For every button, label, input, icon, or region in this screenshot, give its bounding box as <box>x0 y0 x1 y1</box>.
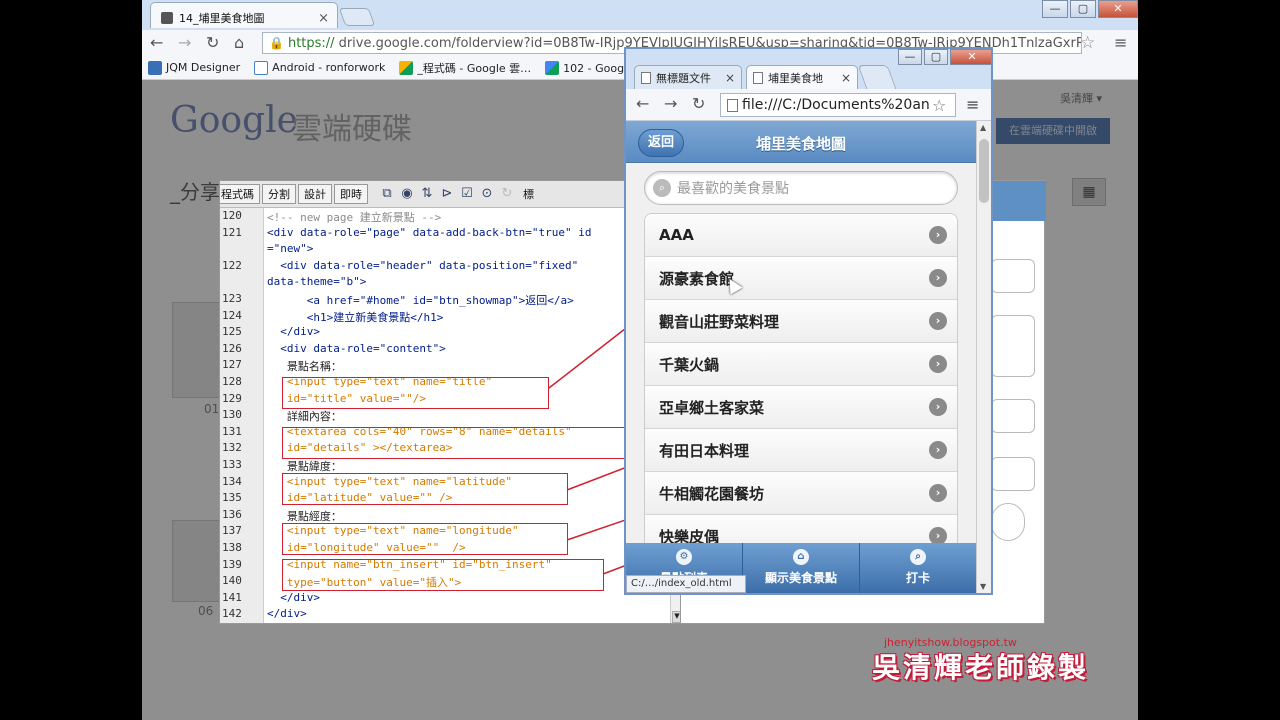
jqm-page: 埔里美食地圖 返回 ⌕ 最喜歡的美食景點 AAA › 源豪素食館 › 觀音山莊野菜料理 ›… <box>626 121 991 593</box>
forward-arrow-icon[interactable]: → <box>664 94 677 113</box>
minimize-button[interactable]: — <box>898 49 922 65</box>
search-input[interactable]: ⌕ 最喜歡的美食景點 <box>644 171 958 205</box>
document-icon <box>641 71 651 84</box>
preview-url: file:///C:/Documents%20an <box>742 97 930 113</box>
back-button[interactable]: 返回 <box>638 129 684 157</box>
preview-address-bar[interactable]: file:///C:/Documents%20an <box>720 93 956 117</box>
chevron-right-icon: › <box>929 355 947 373</box>
preview-tab-active[interactable]: 埔里美食地 × <box>746 65 858 89</box>
restaurant-list: AAA › 源豪素食館 › 觀音山莊野菜料理 › 千葉火鍋 › 亞卓鄉土客家菜 › 有田日本料理 › 牛… <box>644 213 958 559</box>
list-item-label: 千葉火鍋 <box>659 355 720 374</box>
preview-new-tab-button[interactable] <box>857 65 897 89</box>
chrome-menu-icon[interactable]: ≡ <box>966 95 979 114</box>
list-item[interactable]: 觀音山莊野菜料理 › <box>645 300 957 343</box>
chevron-right-icon: › <box>929 484 947 502</box>
maximize-button[interactable]: ▢ <box>924 49 948 65</box>
list-item-label: 亞卓鄉土客家菜 <box>659 398 765 417</box>
gear-icon: ⚙ <box>676 549 692 565</box>
search-icon: ⌕ <box>653 179 671 197</box>
tab-label: 無標題文件 <box>656 71 711 85</box>
list-item[interactable]: 牛相觸花園餐坊 › <box>645 472 957 515</box>
list-item-label: 牛相觸花園餐坊 <box>659 484 765 503</box>
bookmark-star-icon[interactable]: ☆ <box>932 96 946 115</box>
close-window-button[interactable]: ✕ <box>950 49 991 65</box>
list-item-label: 源豪素食館 <box>659 269 735 288</box>
list-item[interactable]: 源豪素食館 › <box>645 257 957 300</box>
preview-window-controls: — ▢ ✕ <box>898 49 991 65</box>
list-item-label: 有田日本料理 <box>659 441 750 460</box>
reload-icon[interactable]: ↻ <box>692 94 705 113</box>
list-item[interactable]: AAA › <box>645 214 957 257</box>
home-icon: ⌂ <box>793 549 809 565</box>
scroll-down-arrow-icon[interactable]: ▼ <box>980 582 986 591</box>
preview-toolbar: ← → ↻ file:///C:/Documents%20an ☆ ≡ <box>626 89 991 121</box>
list-item[interactable]: 千葉火鍋 › <box>645 343 957 386</box>
preview-scrollbar[interactable]: ▲ ▼ <box>976 121 991 593</box>
chevron-right-icon: › <box>929 312 947 330</box>
nav-checkin-button[interactable]: ⌕ 打卡 <box>860 543 976 593</box>
nav-label: 顯示美食景點 <box>764 571 837 585</box>
back-arrow-icon[interactable]: ← <box>636 94 649 113</box>
chevron-right-icon: › <box>929 398 947 416</box>
search-icon: ⌕ <box>910 549 926 565</box>
preview-tab-untitled[interactable]: 無標題文件 × <box>634 65 742 89</box>
tab-close-icon[interactable]: × <box>841 71 851 85</box>
nav-label: 打卡 <box>905 571 930 585</box>
list-item-label: AAA <box>659 226 694 244</box>
scroll-up-arrow-icon[interactable]: ▲ <box>980 123 986 132</box>
list-item[interactable]: 亞卓鄉土客家菜 › <box>645 386 957 429</box>
jqm-header: 埔里美食地圖 返回 <box>626 121 976 163</box>
chevron-right-icon: › <box>929 441 947 459</box>
list-item-label: 觀音山莊野菜料理 <box>659 312 780 331</box>
nav-show-spots-button[interactable]: ⌂ 顯示美食景點 <box>743 543 860 593</box>
list-item[interactable]: 有田日本料理 › <box>645 429 957 472</box>
status-bubble: C:/…/index_old.html <box>626 575 746 593</box>
search-placeholder: 最喜歡的美食景點 <box>677 181 789 197</box>
scroll-thumb[interactable] <box>979 139 989 203</box>
tab-label: 埔里美食地 <box>768 71 823 85</box>
tab-close-icon[interactable]: × <box>725 71 735 85</box>
preview-browser-window: 無標題文件 × 埔里美食地 × — ▢ ✕ ← → ↻ file:///C:/D… <box>624 47 993 595</box>
chevron-right-icon: › <box>929 226 947 244</box>
document-icon <box>753 71 763 84</box>
page-icon <box>727 98 738 112</box>
preview-title-bar: 無標題文件 × 埔里美食地 × — ▢ ✕ <box>626 49 991 89</box>
chevron-right-icon: › <box>929 269 947 287</box>
watermark-text: 吳清輝老師錄製 <box>872 651 1090 684</box>
